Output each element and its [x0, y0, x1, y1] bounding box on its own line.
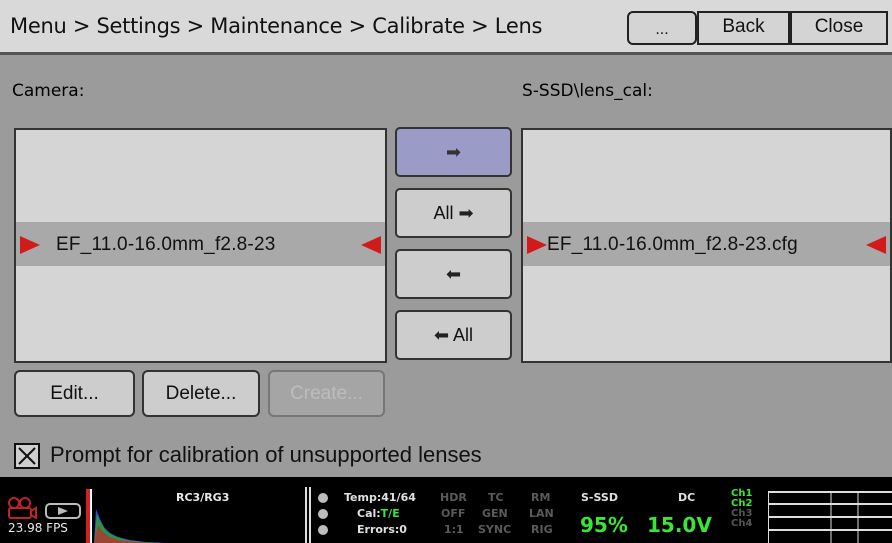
list-item-label: EF_11.0-16.0mm_f2.8-23.cfg: [547, 234, 798, 255]
prompt-calibration-checkbox[interactable]: [14, 443, 40, 469]
selection-right-marker-icon: [361, 236, 381, 254]
list-item-selected[interactable]: EF_11.0-16.0mm_f2.8-23: [16, 222, 385, 266]
sync-indicator: SYNC: [478, 523, 512, 536]
selection-right-marker-icon: [866, 236, 886, 254]
temperature-readout: Temp:41/64: [344, 491, 416, 504]
camera-list-label: Camera:: [12, 81, 85, 101]
list-item-label: EF_11.0-16.0mm_f2.8-23: [56, 234, 276, 255]
status-dot-temp: [318, 493, 328, 503]
title-bar: Menu > Settings > Maintenance > Calibrat…: [0, 0, 892, 52]
arrow-right-icon: ➡: [445, 142, 462, 163]
errors-readout: Errors:0: [357, 523, 407, 536]
main-panel: Camera: S-SSD\lens_cal: EF_11.0-16.0mm_f…: [0, 52, 892, 477]
media-remaining-readout: 95%: [580, 513, 628, 537]
genlock-indicator: GEN: [482, 507, 508, 520]
calibration-readout: Cal:T/E: [357, 507, 400, 520]
arrow-right-icon: ➡: [458, 203, 474, 224]
prompt-calibration-label: Prompt for calibration of unsupported le…: [50, 442, 482, 467]
close-button[interactable]: Close: [790, 11, 888, 45]
aspect-ratio-indicator: 1:1: [444, 523, 464, 536]
arrow-left-icon: ⬅: [445, 264, 462, 285]
copy-all-label: All: [433, 203, 454, 223]
edit-button[interactable]: Edit...: [14, 370, 135, 417]
status-divider: [305, 487, 311, 543]
status-dot-errors: [318, 525, 328, 535]
status-dot-cal: [318, 509, 328, 519]
ssd-lens-list[interactable]: EF_11.0-16.0mm_f2.8-23.cfg: [521, 128, 892, 363]
selection-left-marker-icon: [527, 236, 547, 254]
list-item-selected[interactable]: EF_11.0-16.0mm_f2.8-23.cfg: [523, 222, 890, 266]
more-button[interactable]: ...: [627, 11, 697, 45]
calibration-value: T/E: [380, 507, 400, 520]
create-button-disabled: Create...: [268, 370, 385, 417]
ssd-list-label: S-SSD\lens_cal:: [522, 81, 653, 101]
copy-all-to-camera-button[interactable]: ⬅ All: [395, 310, 512, 360]
frame-rate-readout: 23.98 FPS: [8, 521, 68, 535]
selection-left-marker-icon: [20, 236, 40, 254]
lan-indicator: LAN: [529, 507, 554, 520]
breadcrumb: Menu > Settings > Maintenance > Calibrat…: [10, 14, 543, 38]
audio-meter-icon: [768, 491, 892, 543]
calibration-prefix: Cal:: [357, 507, 381, 520]
hdr-indicator: HDR: [440, 491, 467, 504]
lens-calibration-screen: Menu > Settings > Maintenance > Calibrat…: [0, 0, 892, 543]
channel-4-label: Ch4: [731, 518, 753, 529]
power-voltage-readout: 15.0V: [647, 513, 712, 537]
back-button[interactable]: Back: [697, 11, 790, 45]
copy-all-to-ssd-button[interactable]: All ➡: [395, 188, 512, 238]
checkmark-x-icon: [18, 447, 36, 465]
copy-selected-to-camera-button[interactable]: ⬅: [395, 249, 512, 299]
arrow-left-icon: ⬅: [433, 325, 450, 346]
power-label: DC: [678, 491, 696, 504]
status-bar: 23.98 FPS RC3/RG3 Temp:41/64 Cal:T/E Err…: [0, 477, 892, 543]
copy-selected-to-ssd-button[interactable]: ➡: [395, 127, 512, 177]
camera-lens-list[interactable]: EF_11.0-16.0mm_f2.8-23: [14, 128, 387, 363]
record-camera-icon: [8, 497, 81, 519]
remote-indicator: RM: [531, 491, 551, 504]
hdr-state-indicator: OFF: [441, 507, 466, 520]
color-space-label: RC3/RG3: [176, 491, 230, 504]
rig-indicator: RIG: [531, 523, 553, 536]
timecode-indicator: TC: [488, 491, 504, 504]
media-label: S-SSD: [581, 491, 618, 504]
copy-all-back-label: All: [453, 325, 474, 345]
delete-button[interactable]: Delete...: [142, 370, 260, 417]
